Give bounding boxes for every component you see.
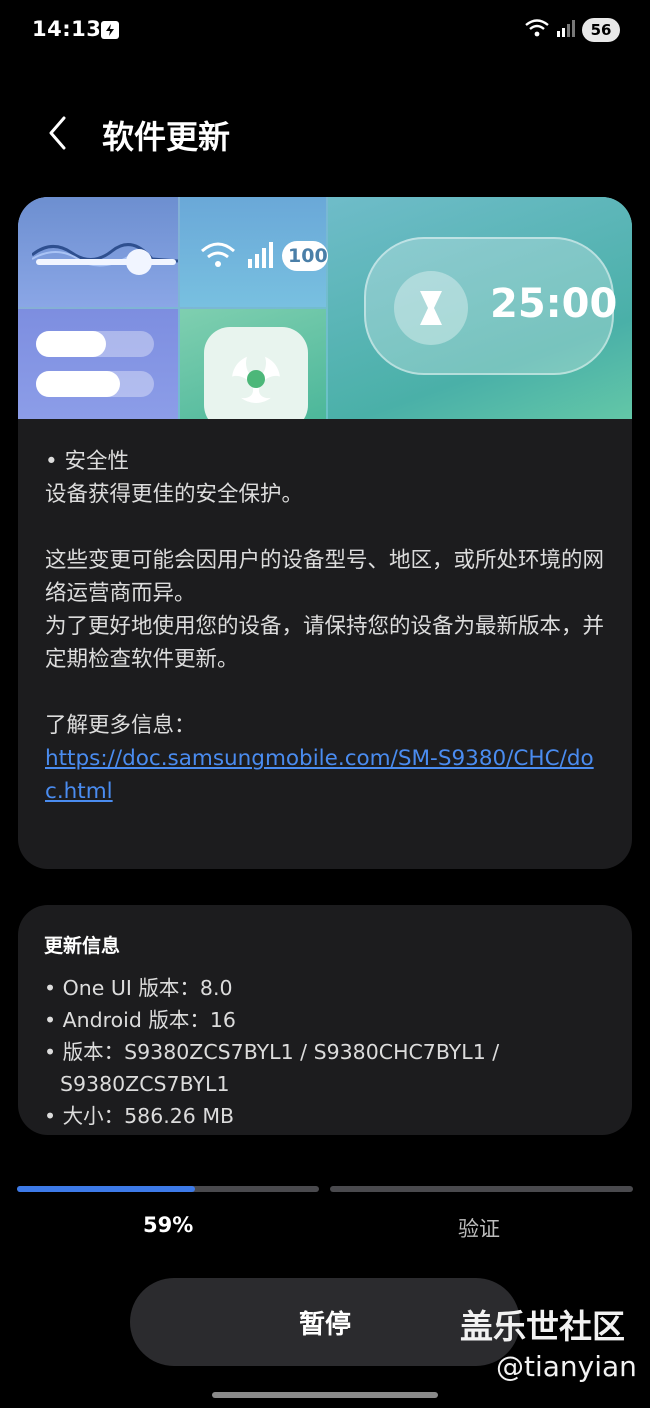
notes-paragraph: 这些变更可能会因用户的设备型号、地区，或所处环境的网络运营商而异。 为了更好地使… — [45, 548, 605, 672]
signal-icon — [248, 242, 273, 268]
app-header: 软件更新 — [0, 100, 650, 170]
verify-label: 验证 — [458, 1217, 500, 1241]
toggle-bar-2 — [36, 371, 154, 397]
banner-tile-toggles — [18, 309, 178, 419]
update-info-card: 更新信息 • One UI 版本：8.0 • Android 版本：16 • 版… — [18, 905, 632, 1135]
wifi-icon — [524, 18, 550, 42]
fan-icon — [226, 349, 286, 403]
timer-text: 25:00 — [490, 281, 618, 327]
page-title: 软件更新 — [102, 118, 231, 156]
battery-badge: 56 — [582, 18, 620, 42]
hourglass-icon — [420, 291, 442, 325]
update-info-title: 更新信息 — [44, 935, 121, 957]
wifi-icon — [201, 242, 235, 267]
toggle-bar-1 — [36, 331, 154, 357]
release-notes-text: • 安全性 设备获得更佳的安全保护。 这些变更可能会因用户的设备型号、地区，或所… — [18, 419, 632, 808]
one-ui-version: • One UI 版本：8.0 — [44, 976, 233, 1000]
notification-app-icon — [101, 21, 119, 39]
learn-more-label: 了解更多信息： — [45, 713, 196, 738]
release-notes-card: 100 25:00 • 安全性 设备获得更佳的安全保护。 这些变更可能会因用户的… — [18, 197, 632, 869]
hourglass-badge — [394, 271, 468, 345]
watermark-brand: 盖乐世社区 — [460, 1307, 625, 1346]
brightness-knob — [126, 249, 152, 275]
brightness-slider — [36, 259, 176, 265]
signal-icon — [556, 18, 576, 42]
feature-banner-image: 100 25:00 — [18, 197, 632, 419]
update-size: • 大小：586.26 MB — [44, 1104, 235, 1128]
home-indicator[interactable] — [212, 1392, 438, 1398]
download-percent: 59% — [143, 1213, 194, 1237]
build-version: • 版本：S9380ZCS7BYL1 / S9380CHC7BYL1 / — [44, 1040, 500, 1064]
verify-progress-bar — [330, 1186, 633, 1192]
android-version: • Android 版本：16 — [44, 1008, 236, 1032]
fan-tile — [204, 327, 308, 419]
status-bar: 14:13 56 — [0, 0, 650, 62]
chevron-left-icon — [49, 116, 66, 150]
status-icons: 56 — [524, 17, 620, 43]
banner-battery-badge: 100 — [282, 241, 328, 271]
status-time: 14:13 — [32, 17, 102, 41]
notes-heading: • 安全性 — [45, 449, 130, 474]
download-progress-bar — [17, 1186, 319, 1192]
doc-link[interactable]: https://doc.samsungmobile.com/SM-S9380/C… — [45, 746, 594, 804]
watermark-handle: @tianyian — [496, 1350, 637, 1383]
back-button[interactable] — [40, 114, 80, 154]
notes-line: 设备获得更佳的安全保护。 — [45, 482, 304, 507]
build-version-cont: S9380ZCS7BYL1 — [60, 1072, 230, 1096]
